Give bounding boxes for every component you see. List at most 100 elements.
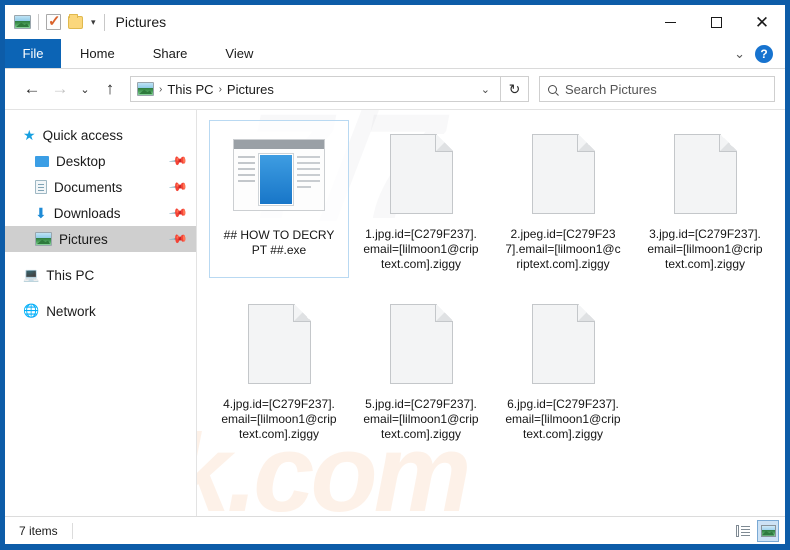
navigation-pane: ★ Quick access Desktop 📌 Documents 📌 ⬇ D… [5, 110, 197, 516]
view-mode-buttons [732, 519, 779, 542]
window-controls: ✕ [647, 5, 785, 39]
forward-button[interactable]: → [46, 75, 74, 103]
search-icon [546, 82, 559, 96]
documents-icon [35, 180, 47, 194]
address-dropdown-icon[interactable]: ⌄ [475, 83, 496, 96]
thumbnail [673, 124, 737, 224]
title-bar: ▾ Pictures ✕ [5, 5, 785, 39]
file-name-label: 6.jpg.id=[C279F237].email=[lilmoon1@crip… [505, 397, 621, 441]
thumbnail [389, 124, 453, 224]
thumbnail [531, 124, 595, 224]
sidebar-item-label: Documents [54, 179, 123, 195]
tab-share[interactable]: Share [134, 39, 207, 68]
pin-icon[interactable]: 📌 [168, 229, 188, 249]
breadcrumb: › This PC › Pictures [137, 82, 274, 97]
properties-icon[interactable] [46, 12, 61, 30]
file-item-4[interactable]: 4.jpg.id=[C279F237].email=[lilmoon1@crip… [209, 290, 349, 448]
pin-icon[interactable]: 📌 [168, 203, 188, 223]
new-folder-icon[interactable] [68, 13, 83, 29]
file-list-pane[interactable]: 7/7 risk.com ## HOW TO [197, 110, 785, 516]
close-button[interactable]: ✕ [739, 5, 785, 39]
blank-document-icon [389, 134, 453, 214]
file-name-label: ## HOW TO DECRYPT ##.exe [223, 228, 335, 257]
maximize-icon [710, 16, 722, 28]
file-grid: ## HOW TO DECRYPT ##.exe 1.jpg.id=[C279F… [197, 110, 785, 448]
breadcrumb-separator: › [159, 83, 163, 95]
ribbon-tabs: File Home Share View ⌄ ? [5, 39, 785, 69]
large-icons-view-icon [760, 524, 776, 537]
sidebar-item-label: Network [46, 303, 96, 319]
help-icon[interactable]: ? [755, 44, 773, 63]
minimize-button[interactable] [647, 5, 693, 39]
chevron-down-icon[interactable]: ⌄ [734, 46, 745, 62]
title-divider [103, 13, 105, 31]
star-icon: ★ [23, 126, 36, 143]
chevron-down-icon[interactable]: ▾ [91, 17, 96, 28]
refresh-button[interactable]: ↻ [501, 76, 529, 102]
search-placeholder: Search Pictures [565, 81, 657, 97]
sidebar-item-downloads[interactable]: ⬇ Downloads 📌 [5, 200, 196, 226]
file-name-label: 2.jpeg.id=[C279F237].email=[lilmoon1@cri… [505, 227, 621, 271]
pictures-icon [137, 82, 154, 96]
breadcrumb-separator: › [218, 83, 222, 95]
explorer-window: ▾ Pictures ✕ File Home Share View ⌄ ? ← … [0, 0, 790, 550]
minimize-icon [664, 21, 676, 23]
pictures-icon [14, 15, 31, 29]
file-item-6[interactable]: 6.jpg.id=[C279F237].email=[lilmoon1@crip… [493, 290, 633, 448]
back-button[interactable]: ← [18, 75, 46, 103]
file-item-how-to-decrypt[interactable]: ## HOW TO DECRYPT ##.exe [209, 120, 349, 278]
exe-window-icon [233, 139, 325, 211]
file-item-5[interactable]: 5.jpg.id=[C279F237].email=[lilmoon1@crip… [351, 290, 491, 448]
file-item-1[interactable]: 1.jpg.id=[C279F237].email=[lilmoon1@crip… [351, 120, 491, 278]
status-divider [71, 522, 73, 539]
sidebar-item-label: This PC [46, 267, 95, 283]
sidebar-item-desktop[interactable]: Desktop 📌 [5, 148, 196, 174]
pin-icon[interactable]: 📌 [168, 177, 188, 197]
sidebar-item-documents[interactable]: Documents 📌 [5, 174, 196, 200]
sidebar-item-this-pc[interactable]: 💻 This PC [5, 262, 196, 288]
tab-home[interactable]: Home [61, 39, 134, 68]
thumbnail [531, 294, 595, 394]
blank-document-icon [673, 134, 737, 214]
large-icons-view-button[interactable] [757, 519, 779, 542]
item-count-label: 7 items [19, 523, 58, 538]
pin-icon[interactable]: 📌 [168, 151, 188, 171]
tab-file[interactable]: File [5, 39, 61, 68]
ribbon-right-controls: ⌄ ? [734, 39, 785, 68]
address-bar-row: ← → ⌄ ↑ › This PC › Pictures ⌄ ↻ Search … [5, 69, 785, 109]
sidebar-item-label: Desktop [56, 153, 106, 169]
sidebar-item-pictures[interactable]: Pictures 📌 [5, 226, 196, 252]
blank-document-icon [531, 304, 595, 384]
recent-locations-button[interactable]: ⌄ [74, 75, 96, 103]
details-view-icon [736, 524, 750, 537]
blank-document-icon [247, 304, 311, 384]
network-icon: 🌐 [23, 303, 40, 318]
window-title: Pictures [115, 14, 167, 30]
details-view-button[interactable] [732, 520, 754, 542]
search-input[interactable]: Search Pictures [539, 76, 775, 102]
breadcrumb-pictures[interactable]: Pictures [227, 82, 274, 97]
address-bar[interactable]: › This PC › Pictures ⌄ [130, 76, 501, 102]
file-name-label: 5.jpg.id=[C279F237].email=[lilmoon1@crip… [363, 397, 479, 441]
sidebar-item-network[interactable]: 🌐 Network [5, 298, 196, 324]
thumbnail [389, 294, 453, 394]
desktop-icon [35, 155, 49, 167]
breadcrumb-this-pc[interactable]: This PC [167, 82, 213, 97]
status-bar: 7 items [5, 516, 785, 544]
tab-view[interactable]: View [206, 39, 272, 68]
sidebar-item-quick-access[interactable]: ★ Quick access [5, 122, 196, 148]
explorer-body: ★ Quick access Desktop 📌 Documents 📌 ⬇ D… [5, 109, 785, 516]
file-item-3[interactable]: 3.jpg.id=[C279F237].email=[lilmoon1@crip… [635, 120, 775, 278]
blank-document-icon [389, 304, 453, 384]
sidebar-item-label: Quick access [42, 127, 123, 143]
sidebar-item-label: Downloads [53, 205, 121, 221]
file-name-label: 3.jpg.id=[C279F237].email=[lilmoon1@crip… [647, 227, 763, 271]
downloads-icon: ⬇ [35, 205, 47, 221]
toolbar-divider [38, 14, 39, 30]
close-icon: ✕ [754, 12, 770, 32]
up-button[interactable]: ↑ [96, 75, 124, 103]
file-item-2[interactable]: 2.jpeg.id=[C279F237].email=[lilmoon1@cri… [493, 120, 633, 278]
maximize-button[interactable] [693, 5, 739, 39]
